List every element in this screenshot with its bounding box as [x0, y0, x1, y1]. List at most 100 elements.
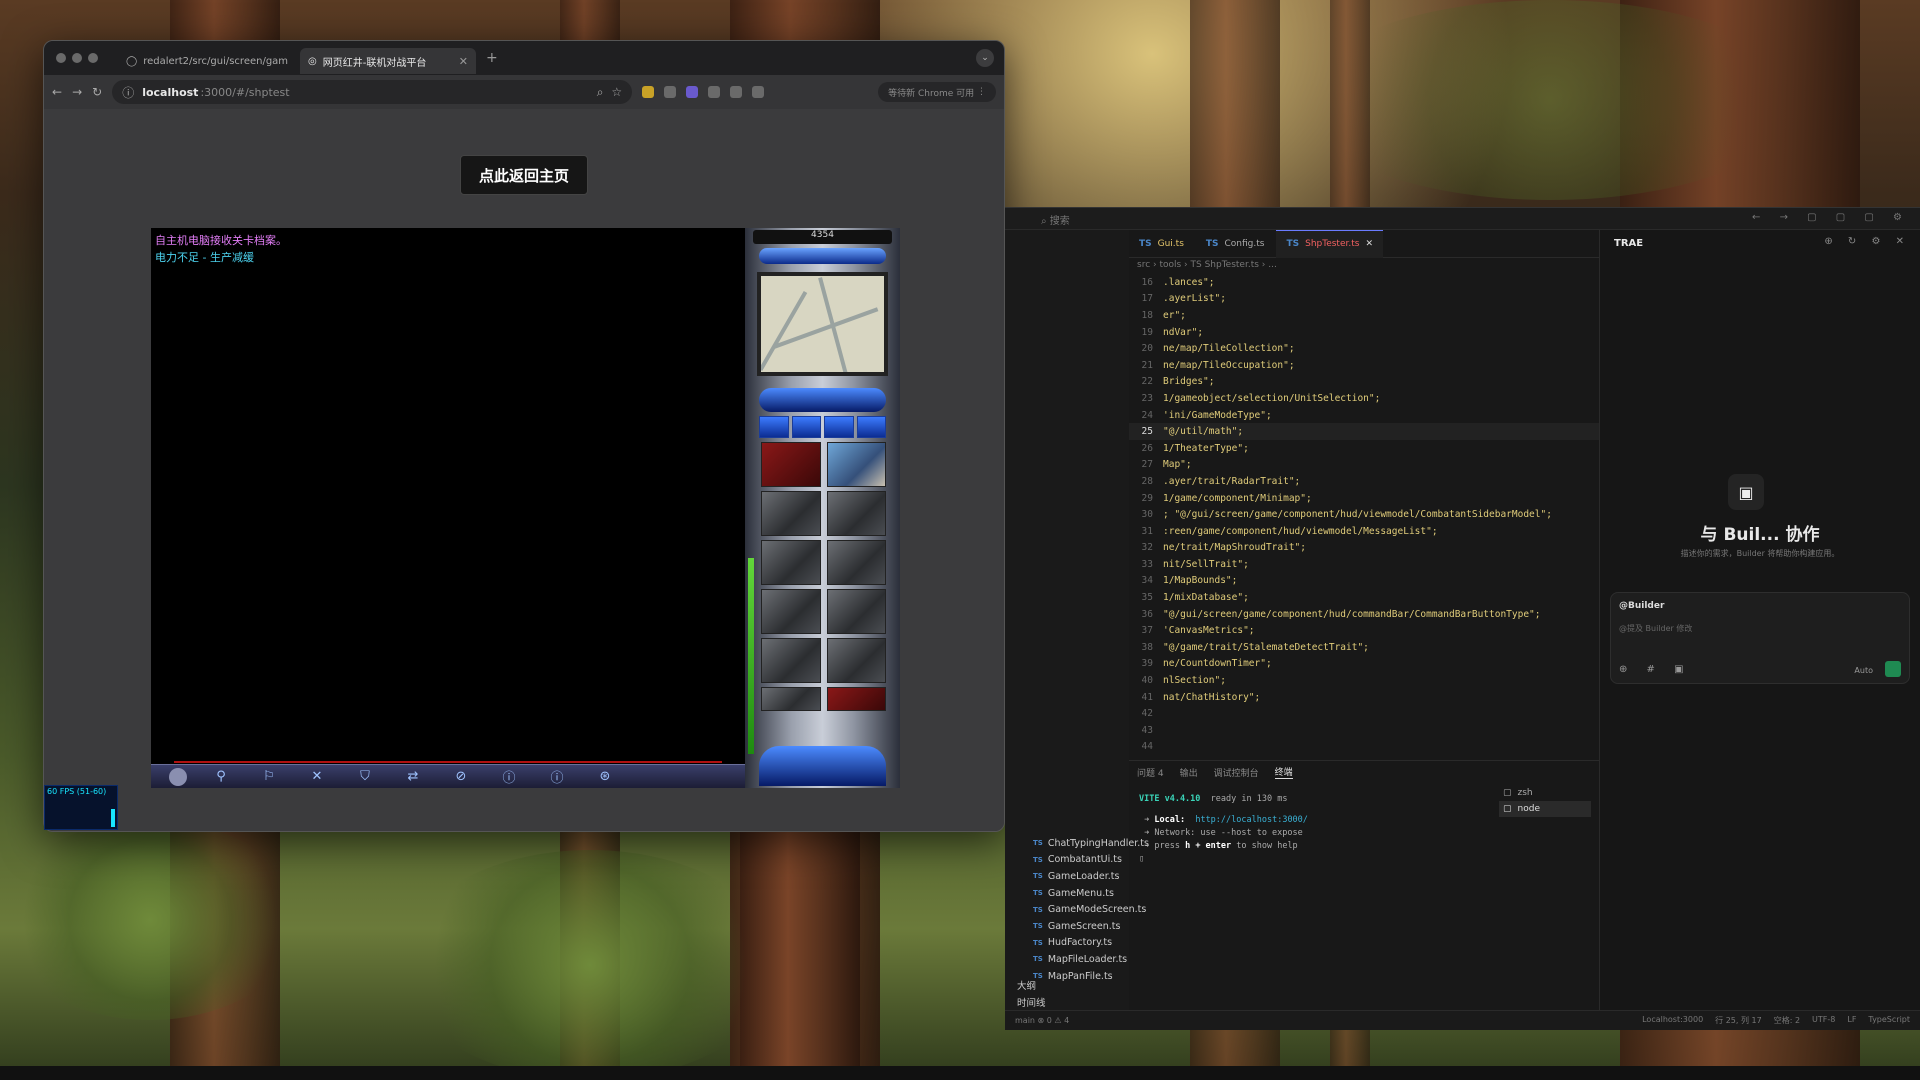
extension-icon[interactable] — [642, 86, 655, 98]
site-info-icon[interactable]: ⓘ — [122, 84, 134, 101]
status-item[interactable]: TypeScript — [1868, 1015, 1910, 1026]
code-line[interactable]: 32 ne/trait/MapShroudTrait"; — [1129, 540, 1599, 557]
panel-tab-terminal[interactable]: 终端 — [1274, 765, 1293, 779]
code-line[interactable]: 17 .ayerList"; — [1129, 291, 1599, 308]
extensions-puzzle-icon[interactable] — [730, 86, 743, 98]
agent-chip[interactable]: @Builder — [1619, 601, 1664, 611]
code-line[interactable]: 42 — [1129, 705, 1599, 722]
status-item[interactable]: 行 25, 列 17 — [1715, 1015, 1762, 1026]
build-cameo[interactable] — [761, 687, 821, 711]
code-line[interactable]: 22 Bridges"; — [1129, 374, 1599, 391]
code-line[interactable]: 37 'CanvasMetrics"; — [1129, 622, 1599, 639]
build-tab[interactable] — [856, 416, 886, 438]
code-line[interactable]: 38 "@/game/trait/StalemateDetectTrait"; — [1129, 639, 1599, 656]
terminal-item[interactable]: ▢ zsh — [1499, 785, 1591, 801]
extension-icon[interactable] — [686, 86, 699, 98]
build-cameo[interactable] — [761, 589, 821, 634]
tab-search-icon[interactable]: ⌄ — [976, 49, 994, 67]
status-item[interactable]: 空格: 2 — [1774, 1015, 1800, 1026]
trae-toolbar[interactable]: ⊕ ↻ ⚙ ✕ — [1824, 236, 1910, 247]
profile-update-button[interactable]: 等待新 Chrome 可用 ⋮ — [878, 82, 996, 102]
build-tab[interactable] — [824, 416, 854, 438]
command-icon[interactable]: ✕ — [303, 769, 331, 784]
build-tab[interactable] — [759, 416, 789, 438]
code-line[interactable]: 19 ndVar"; — [1129, 324, 1599, 341]
code-line[interactable]: 31:reen/game/component/hud/viewmodel/Mes… — [1129, 523, 1599, 540]
code-line[interactable]: 44 — [1129, 739, 1599, 756]
code-line[interactable]: 35 1/mixDatabase"; — [1129, 589, 1599, 606]
code-line[interactable]: 28 .ayer/trait/RadarTrait"; — [1129, 473, 1599, 490]
build-cameo[interactable] — [826, 589, 886, 634]
outline-header[interactable]: 大纲 — [1017, 978, 1046, 995]
command-icon[interactable]: ⊛ — [591, 769, 619, 784]
code-line[interactable]: 24 'ini/GameModeType"; — [1129, 407, 1599, 424]
code-line[interactable]: 25 "@/util/math"; — [1129, 423, 1599, 440]
command-icon[interactable]: ⛉ — [351, 769, 379, 784]
code-line[interactable]: 41 nat/ChatHistory"; — [1129, 689, 1599, 706]
build-cameo[interactable] — [761, 540, 821, 585]
editor-tab-active[interactable]: TS ShpTester.ts ✕ — [1276, 229, 1383, 258]
code-line[interactable]: 34 1/MapBounds"; — [1129, 573, 1599, 590]
game-viewport[interactable]: 自主机电脑接收关卡档案。 电力不足 - 生产减缓 — [151, 228, 745, 788]
reload-icon[interactable]: ↻ — [92, 85, 102, 99]
command-icon[interactable]: ⓘ — [543, 767, 571, 786]
code-line[interactable]: 23 1/gameobject/selection/UnitSelection"; — [1129, 390, 1599, 407]
git-status[interactable]: main ⊗ 0 ⚠ 4 — [1015, 1016, 1069, 1025]
status-item[interactable]: LF — [1847, 1015, 1856, 1026]
code-line[interactable]: 39 ne/CountdownTimer"; — [1129, 656, 1599, 673]
code-line[interactable]: 16 .lances"; — [1129, 274, 1599, 291]
code-line[interactable]: 40 nlSection"; — [1129, 672, 1599, 689]
bookmark-star-icon[interactable]: ☆ — [611, 85, 622, 99]
minimap[interactable] — [757, 272, 888, 376]
command-icon[interactable]: ⊘ — [447, 769, 475, 784]
command-icon[interactable]: ⇄ — [399, 769, 427, 784]
maximize-window-icon[interactable] — [88, 53, 98, 63]
command-icon[interactable]: ⓘ — [495, 767, 523, 786]
extension-icon[interactable] — [708, 86, 721, 98]
new-tab-icon[interactable]: + — [486, 50, 498, 66]
command-icon[interactable]: ⚐ — [255, 769, 283, 784]
code-line[interactable]: 21 ne/map/TileOccupation"; — [1129, 357, 1599, 374]
status-item[interactable]: UTF-8 — [1812, 1015, 1835, 1026]
editor-tab[interactable]: TS Config.ts — [1196, 230, 1275, 258]
close-tab-icon[interactable]: ✕ — [1365, 239, 1373, 249]
build-tab[interactable] — [791, 416, 821, 438]
terminal-output[interactable]: VITE v4.4.10 ready in 130 ms ➜ Local: ht… — [1139, 793, 1479, 866]
layout-controls[interactable]: ← → ▢ ▢ ▢ ⚙ — [1752, 212, 1910, 223]
close-tab-icon[interactable]: ✕ — [459, 55, 468, 68]
model-select[interactable]: Auto — [1854, 666, 1873, 675]
build-cameo[interactable] — [826, 687, 886, 711]
build-cameo[interactable] — [826, 442, 886, 487]
code-line[interactable]: 30 ; "@/gui/screen/game/component/hud/vie… — [1129, 506, 1599, 523]
minimize-window-icon[interactable] — [72, 53, 82, 63]
build-cameo[interactable] — [826, 491, 886, 536]
panel-tab-output[interactable]: 输出 — [1180, 766, 1198, 779]
code-line[interactable]: 20 ne/map/TileCollection"; — [1129, 340, 1599, 357]
extension-icon[interactable] — [664, 86, 677, 98]
address-bar[interactable]: ⓘ localhost :3000/#/shptest ⌕ ☆ — [112, 80, 633, 104]
chat-tools[interactable]: ⊕ # ▣ — [1619, 664, 1692, 675]
build-cameo[interactable] — [826, 638, 886, 683]
zoom-icon[interactable]: ⌕ — [597, 85, 604, 100]
code-line[interactable]: 29 1/game/component/Minimap"; — [1129, 490, 1599, 507]
breadcrumb[interactable]: src › tools › TS ShpTester.ts › ... — [1129, 260, 1277, 270]
code-line[interactable]: 36 "@/gui/screen/game/component/hud/comm… — [1129, 606, 1599, 623]
command-icon[interactable]: ⚲ — [207, 769, 235, 784]
build-cameo[interactable] — [761, 491, 821, 536]
send-button[interactable] — [1885, 661, 1901, 677]
return-home-button[interactable]: 点此返回主页 — [460, 155, 588, 195]
build-cameo[interactable] — [826, 540, 886, 585]
close-window-icon[interactable] — [56, 53, 66, 63]
code-line[interactable]: 26 1/TheaterType"; — [1129, 440, 1599, 457]
build-cameo[interactable] — [761, 638, 821, 683]
terminal-local-url[interactable]: http://localhost:3000/ — [1195, 815, 1308, 825]
terminal-item[interactable]: ▢ node — [1499, 801, 1591, 817]
browser-tab[interactable]: ◯ redalert2/src/gui/screen/gam ✕ — [118, 48, 294, 74]
command-search[interactable]: ⌕ 搜索 — [1041, 212, 1070, 227]
code-line[interactable]: 27 Map"; — [1129, 457, 1599, 474]
translate-icon[interactable] — [752, 86, 765, 98]
code-line[interactable]: 33 nit/SellTrait"; — [1129, 556, 1599, 573]
status-item[interactable]: Localhost:3000 — [1642, 1015, 1703, 1026]
editor-tab[interactable]: TS Gui.ts — [1129, 230, 1194, 258]
browser-tab-active[interactable]: ◎ 网页红井-联机对战平台 ✕ — [300, 48, 476, 74]
